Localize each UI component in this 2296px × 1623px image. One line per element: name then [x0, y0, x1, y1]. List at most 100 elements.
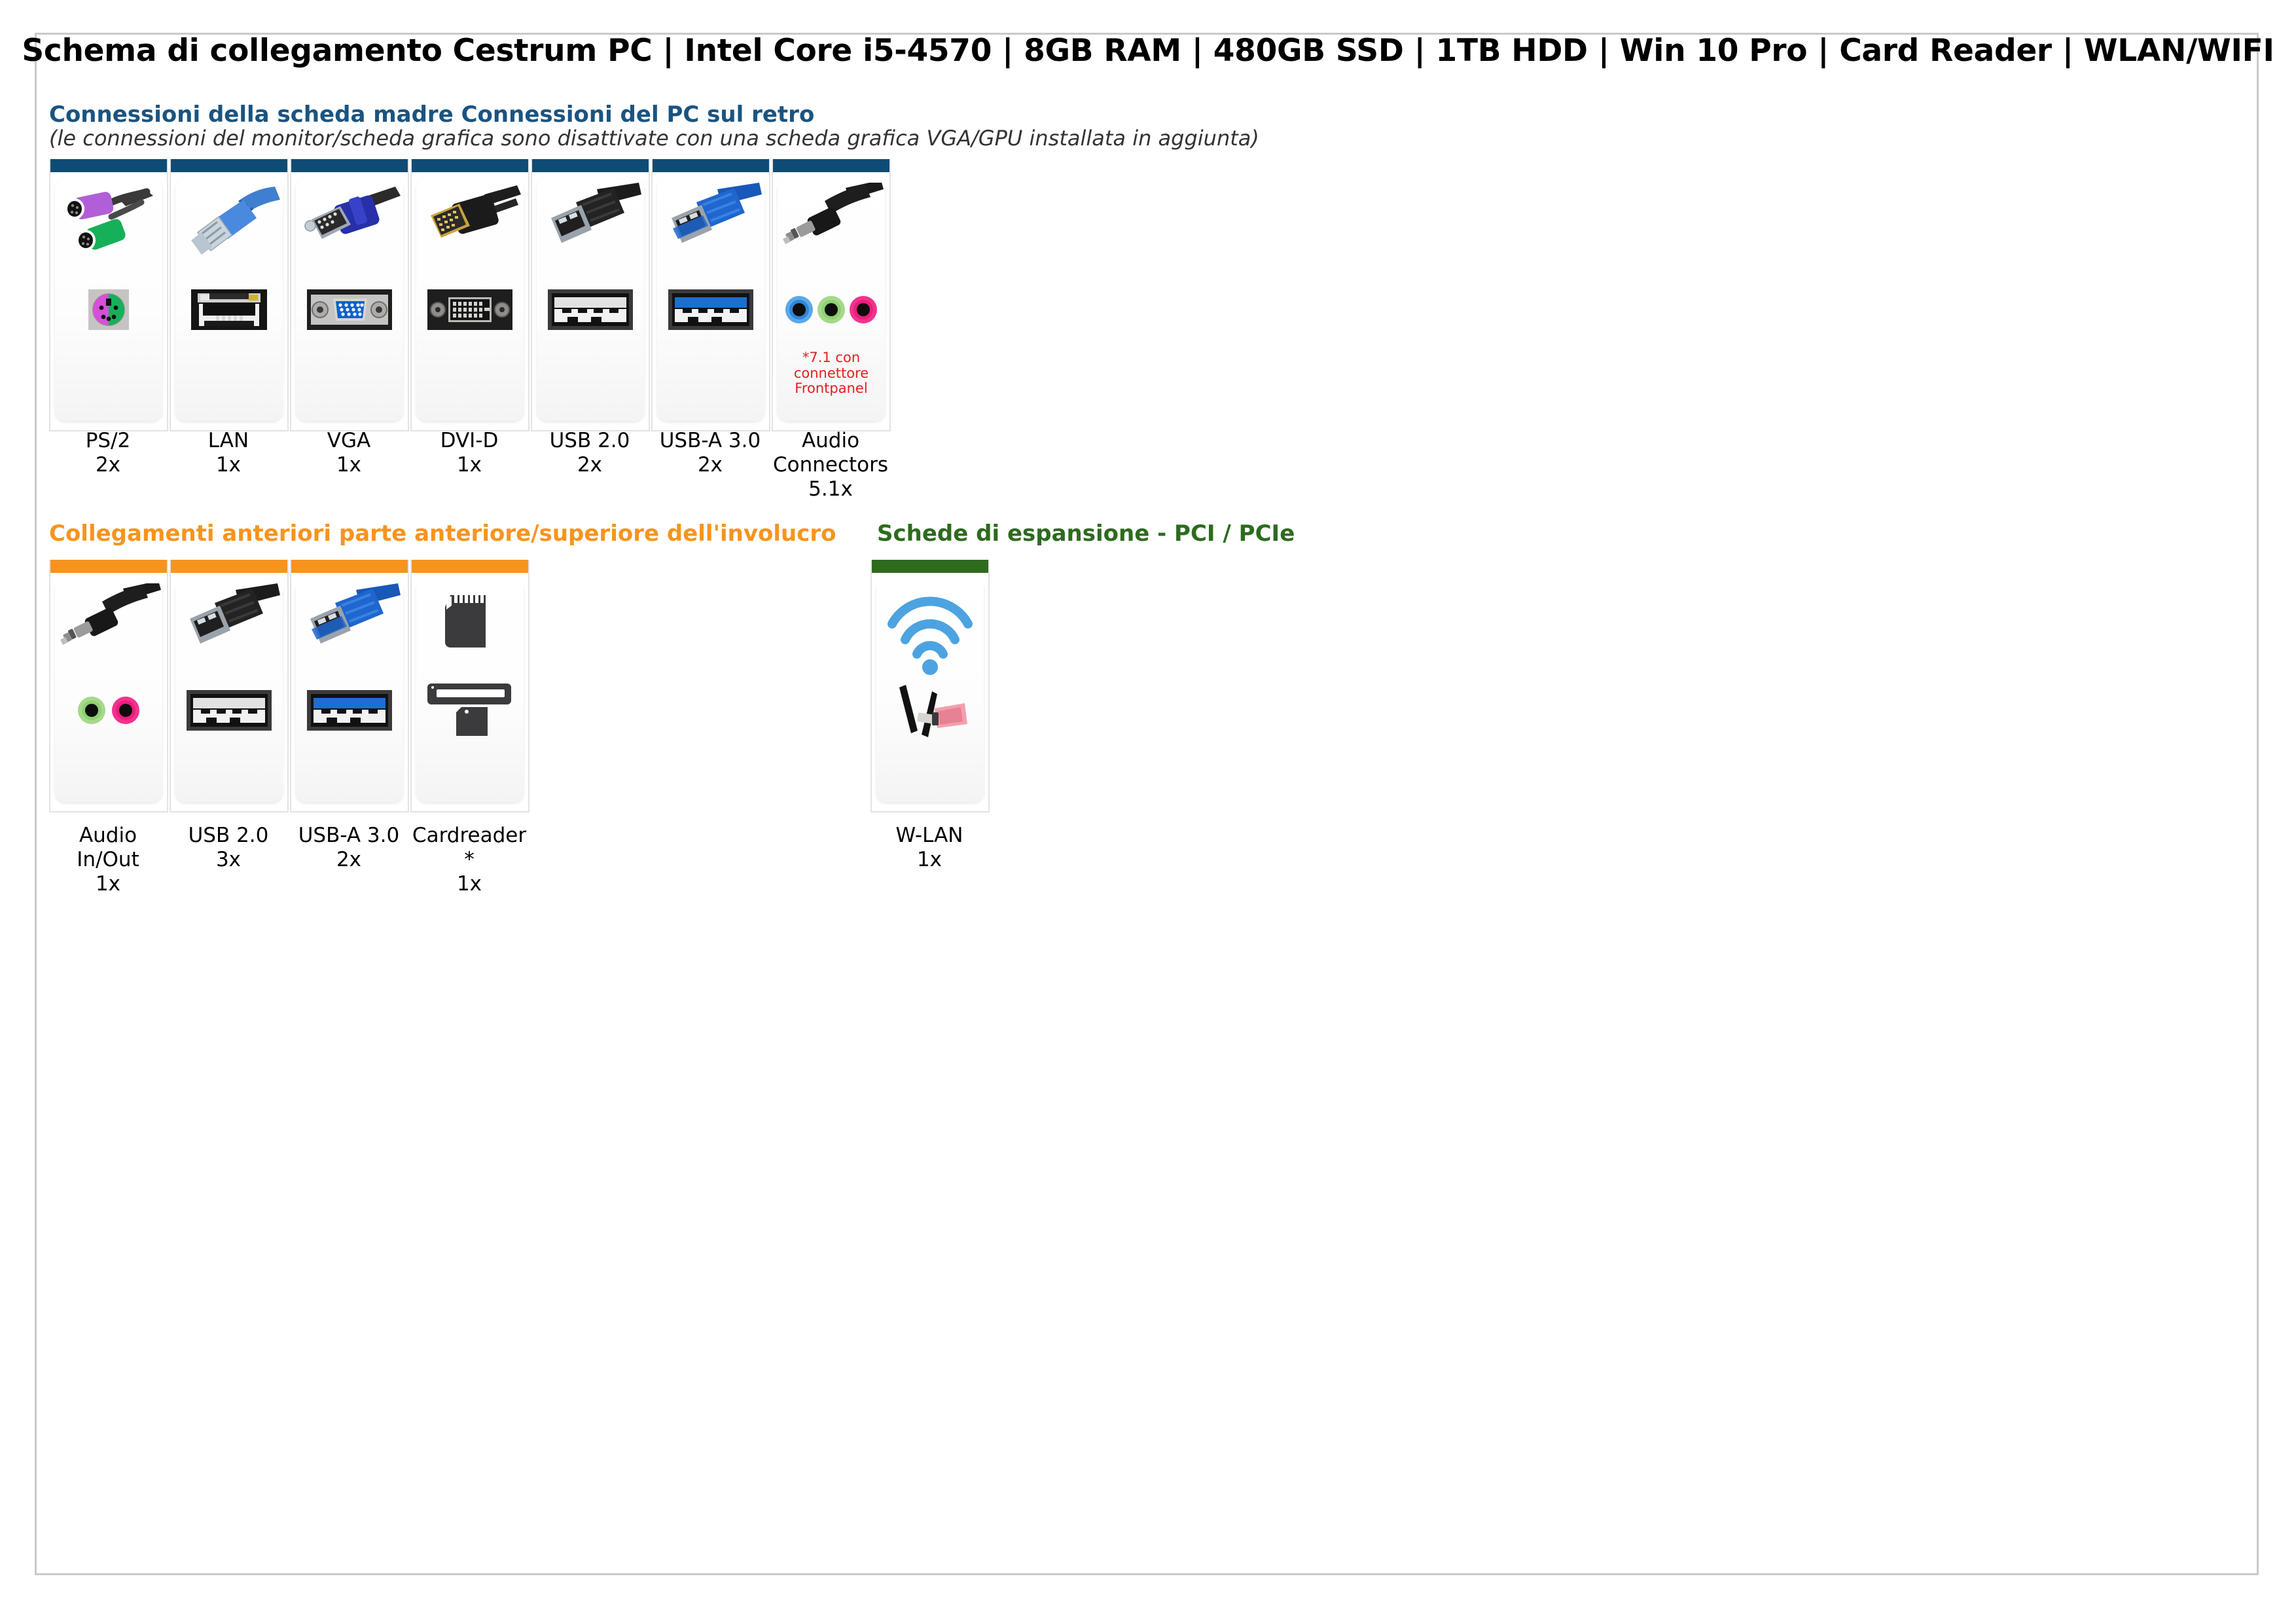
card-note: *7.1 con connettore Frontpanel — [793, 350, 869, 397]
ps2-connector-port-icon — [55, 283, 162, 336]
front-card-row — [49, 560, 531, 812]
card-accent-bar — [532, 159, 649, 172]
connector-label: Audio In/Out — [77, 824, 139, 872]
connector-count: 1x — [95, 872, 121, 896]
connector-card — [170, 159, 289, 431]
card-accent-bar — [291, 560, 408, 573]
connector-caption: USB-A 3.0 2x — [289, 824, 409, 897]
usb-2-port-icon — [537, 283, 644, 336]
connector-label: LAN — [207, 429, 249, 452]
connector-caption: Audio In/Out 1x — [48, 824, 168, 897]
connector-count: 3x — [215, 848, 242, 872]
connector-card — [870, 560, 990, 812]
audio-jack-port-icon-2 — [55, 684, 162, 737]
connector-count: 1x — [215, 453, 242, 477]
connector-count: 2x — [697, 453, 723, 477]
connector-illustration — [296, 579, 403, 802]
connector-illustration — [55, 179, 162, 421]
usb-2-icon — [175, 583, 283, 682]
section-heading-rear: Connessioni della scheda madre Connessio… — [49, 101, 815, 128]
connector-count: 5.1x — [808, 477, 853, 501]
connector-caption: Cardreader * 1x — [409, 824, 529, 897]
connector-count: 1x — [456, 453, 482, 477]
ps2-connector-icon — [55, 183, 162, 281]
section-subheading-rear: (le connessioni del monitor/scheda grafi… — [49, 126, 1259, 151]
audio-jack-icon — [55, 581, 162, 682]
usb-a-3-port-icon — [657, 283, 764, 336]
connector-caption: VGA 1x — [289, 429, 409, 502]
lan-rj45-port-icon — [175, 283, 283, 336]
card-accent-bar — [171, 159, 287, 172]
dvi-d-connector-port-icon — [416, 283, 524, 336]
connector-illustration — [657, 179, 764, 421]
connector-caption: DVI-D 1x — [409, 429, 529, 502]
card-accent-bar — [653, 159, 769, 172]
connector-count: 1x — [916, 848, 942, 872]
wifi-antenna-icon — [876, 583, 984, 682]
connector-illustration — [537, 179, 644, 421]
connector-card: *7.1 con connettore Frontpanel — [772, 159, 891, 431]
usb-2-port-icon — [175, 684, 283, 737]
connector-count: 2x — [336, 848, 362, 872]
vga-connector-port-icon — [296, 283, 403, 336]
usb-a-3-icon — [657, 183, 764, 281]
card-accent-bar — [291, 159, 408, 172]
connector-label: USB 2.0 — [188, 824, 269, 847]
card-accent-bar — [872, 560, 988, 573]
connector-label: USB-A 3.0 — [298, 824, 400, 847]
usb-a-3-port-icon — [296, 684, 403, 737]
section-heading-expansion: Schede di espansione - PCI / PCIe — [877, 520, 1295, 547]
connector-label: Cardreader — [412, 824, 527, 847]
connector-label: USB 2.0 — [549, 429, 630, 452]
dvi-d-connector-icon — [416, 183, 524, 281]
rear-caption-row: PS/2 2x LAN 1x VGA 1x DVI-D 1x USB 2.0 2x USB-A 3.… — [48, 429, 891, 502]
lan-rj45-icon — [175, 183, 283, 281]
wifi-antenna-port-icon — [876, 684, 984, 737]
connector-caption: USB-A 3.0 2x — [650, 429, 770, 502]
connector-label: PS/2 — [85, 429, 131, 452]
connector-card — [531, 159, 650, 431]
card-accent-bar — [773, 159, 889, 172]
connector-count: * 1x — [456, 848, 482, 896]
connector-illustration — [175, 579, 283, 802]
connector-caption: USB 2.0 2x — [529, 429, 650, 502]
connector-illustration — [416, 579, 524, 802]
vga-connector-icon — [296, 183, 403, 281]
connector-illustration — [55, 579, 162, 802]
connector-caption: Audio Connectors 5.1x — [770, 429, 891, 502]
audio-jack-icon — [778, 180, 885, 281]
connector-card — [290, 560, 409, 812]
connector-card — [410, 159, 529, 431]
usb-a-3-icon — [296, 583, 403, 682]
connector-card — [49, 560, 168, 812]
rear-card-row: *7.1 con connettore Frontpanel — [49, 159, 892, 431]
expansion-card-row — [870, 560, 991, 812]
card-accent-bar — [171, 560, 287, 573]
front-caption-row: Audio In/Out 1x USB 2.0 3x USB-A 3.0 2x Cardre… — [48, 824, 529, 897]
connector-card — [410, 560, 529, 812]
connector-count: 1x — [336, 453, 362, 477]
card-accent-bar — [50, 560, 167, 573]
connector-caption: W-LAN 1x — [869, 824, 990, 872]
connector-label: DVI-D — [440, 429, 499, 452]
connector-illustration — [296, 179, 403, 421]
card-accent-bar — [412, 560, 528, 573]
sd-cardreader-icon — [416, 583, 524, 682]
connector-caption: LAN 1x — [168, 429, 289, 502]
connector-label: USB-A 3.0 — [659, 429, 761, 452]
connector-count: 2x — [95, 453, 121, 477]
connector-count: 2x — [577, 453, 603, 477]
connector-illustration — [416, 179, 524, 421]
connector-illustration — [876, 579, 984, 802]
connector-card — [290, 159, 409, 431]
expansion-caption-row: W-LAN 1x — [869, 824, 990, 872]
connector-card — [651, 159, 770, 431]
connector-label: W-LAN — [895, 824, 963, 847]
card-accent-bar — [50, 159, 167, 172]
connector-caption: PS/2 2x — [48, 429, 168, 502]
card-accent-bar — [412, 159, 528, 172]
connector-card — [49, 159, 168, 431]
page-title: Schema di collegamento Cestrum PC | Inte… — [22, 33, 2274, 69]
connector-illustration — [175, 179, 283, 421]
connector-illustration: *7.1 con connettore Frontpanel — [778, 179, 885, 421]
